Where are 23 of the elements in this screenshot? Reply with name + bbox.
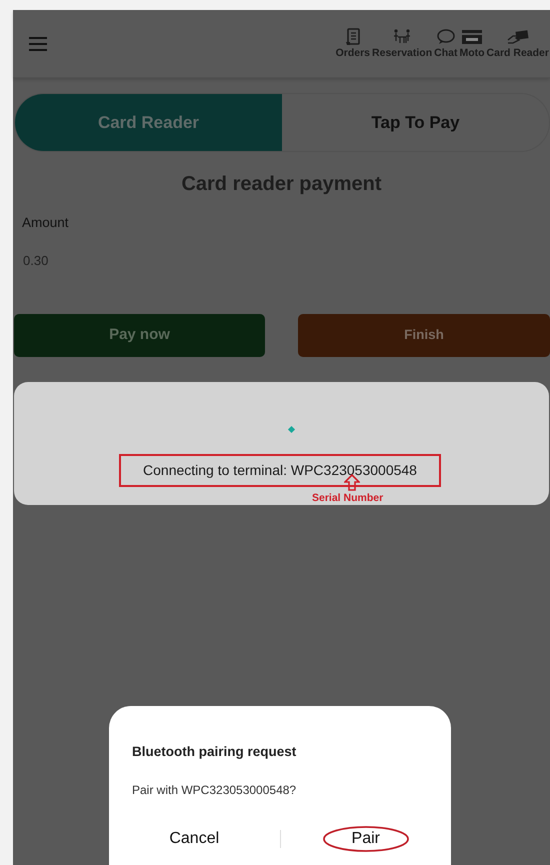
nav-item[interactable]: Reservation: [371, 28, 434, 60]
amount-label: Amount: [22, 214, 70, 232]
loading-spinner-icon: [288, 426, 296, 434]
annotation-arrow-icon: [344, 474, 360, 491]
annotation-label: Serial Number: [312, 491, 384, 506]
amount-input-field[interactable]: 0.30: [23, 251, 223, 271]
card-icon: [461, 28, 483, 46]
pay-now-button[interactable]: Pay now: [14, 314, 265, 357]
finish-button[interactable]: Finish: [298, 314, 550, 357]
connecting-message: Connecting to terminal: WPC323053000548: [119, 454, 441, 487]
dialog-message: Pair with WPC323053000548?: [132, 782, 296, 799]
nav-item[interactable]: Card Reader: [486, 28, 550, 60]
nav-item[interactable]: Moto: [458, 28, 486, 60]
menu-icon[interactable]: [29, 36, 47, 50]
dialog-button[interactable]: Cancel: [109, 826, 280, 852]
speech-bubble-icon: [434, 28, 457, 46]
hand-holding-card-icon: [506, 28, 529, 46]
nav-item[interactable]: Chat: [433, 28, 458, 60]
page-title: Card reader payment: [180, 172, 383, 197]
dialog-button[interactable]: Pair: [280, 826, 451, 852]
payment-mode-tab[interactable]: Card Reader: [15, 94, 282, 151]
dialog-title: Bluetooth pairing request: [132, 743, 296, 761]
nav-item[interactable]: Orders: [334, 28, 372, 60]
